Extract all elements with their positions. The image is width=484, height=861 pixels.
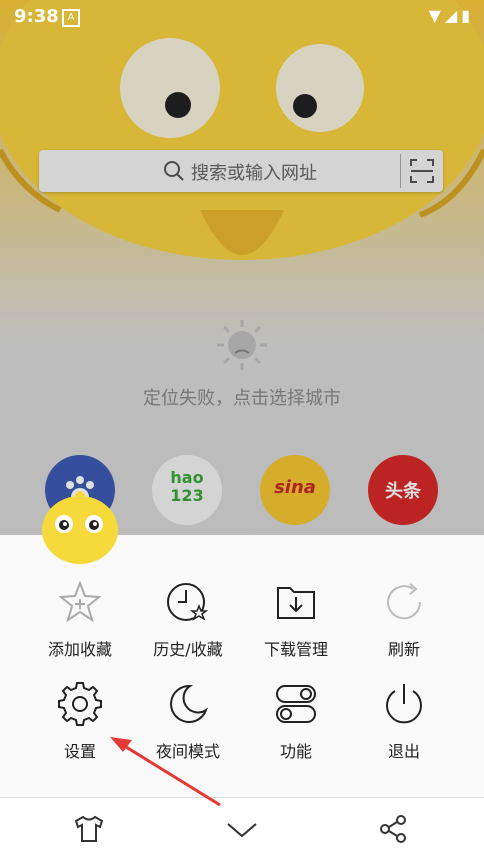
menu-history[interactable]: 历史/收藏 (138, 580, 238, 660)
refresh-icon (387, 583, 422, 620)
menu-night-mode-label: 夜间模式 (155, 742, 220, 761)
chevron-down-icon[interactable] (225, 814, 259, 844)
status-bar: 9:38 A ▼◢▮ (0, 0, 484, 34)
menu-downloads-label: 下载管理 (263, 640, 328, 659)
menu-refresh-label: 刷新 (387, 640, 420, 659)
menu-features-label: 功能 (279, 742, 312, 761)
system-icons: ▼◢▮ (428, 6, 474, 25)
share-icon[interactable] (377, 814, 411, 844)
bottom-toolbar (0, 797, 484, 861)
menu-history-label: 历史/收藏 (153, 640, 223, 659)
power-icon (386, 684, 422, 724)
menu-exit[interactable]: 退出 (354, 682, 454, 762)
menu-downloads[interactable]: 下载管理 (246, 580, 346, 660)
menu-add-bookmark-label: 添加收藏 (47, 640, 112, 659)
toggle-icon (276, 685, 316, 723)
shirt-icon[interactable] (72, 814, 106, 844)
menu-add-bookmark[interactable]: 添加收藏 (30, 580, 130, 660)
gear-icon (58, 682, 102, 726)
menu-settings[interactable]: 设置 (30, 682, 130, 762)
notification-icon: A (62, 9, 80, 27)
menu-settings-label: 设置 (63, 742, 96, 761)
menu-refresh[interactable]: 刷新 (354, 580, 454, 660)
menu-panel: 添加收藏 历史/收藏 下载管理 刷新 设置 夜间模式 功能 退出 (0, 535, 484, 797)
download-icon (277, 587, 315, 619)
menu-night-mode[interactable]: 夜间模式 (138, 682, 238, 762)
chick-mascot[interactable] (32, 488, 128, 566)
menu-features[interactable]: 功能 (246, 682, 346, 762)
moon-icon (170, 684, 208, 723)
menu-exit-label: 退出 (387, 742, 420, 761)
star-add-icon (58, 580, 102, 623)
status-time: 9:38 (14, 6, 59, 27)
history-icon (167, 583, 209, 621)
